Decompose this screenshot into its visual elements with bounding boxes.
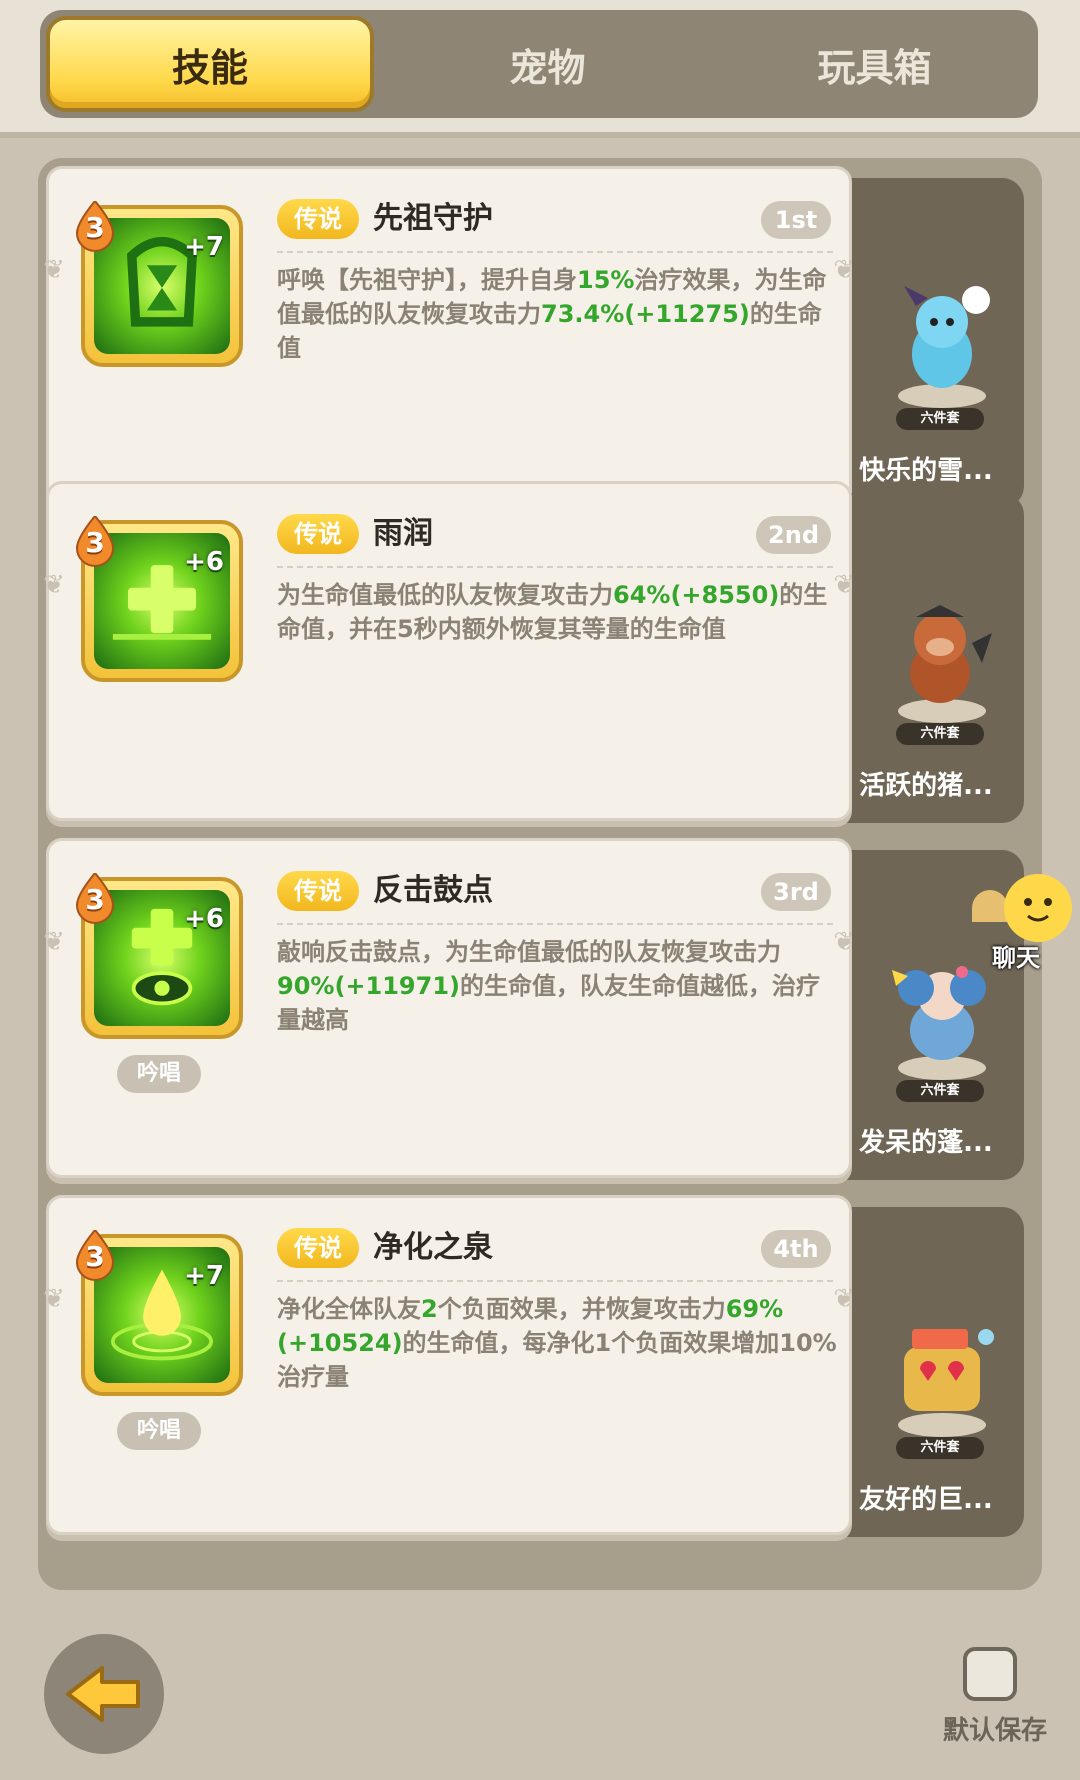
default-save-label: 默认保存 [942, 1716, 1047, 1746]
tab-bar: 技能 宠物 玩具箱 [40, 10, 1038, 118]
skill-rank: 2nd [756, 516, 831, 554]
skill-info-box: ❦ ❦ +7 3 传说 先祖守护 1st 呼唤【先祖守护】，提升自身15%治疗效… [43, 166, 855, 506]
skill-icon-frame[interactable]: +7 3 [75, 201, 243, 367]
description-text: 净化全体队友 [277, 1295, 421, 1323]
divider [277, 566, 833, 568]
top-bar: 技能 宠物 玩具箱 [0, 0, 1080, 138]
divider [277, 251, 833, 253]
skill-name: 净化之泉 [373, 1230, 493, 1265]
highlight-value: 15% [577, 266, 635, 294]
skill-level: 3 [85, 211, 105, 244]
skill-level: 3 [85, 1240, 105, 1273]
pet-giant-icon [898, 1329, 994, 1437]
pet-name: 发呆的蓬... [859, 1128, 993, 1158]
highlight-value: 73.4%(+11275) [541, 300, 750, 328]
skill-rank: 4th [761, 1230, 831, 1268]
skill-plus-level: +6 [184, 904, 224, 934]
legend-badge: 传说 [277, 514, 359, 554]
skill-rank: 1st [761, 201, 831, 239]
skill-plus-level: +7 [184, 232, 224, 262]
chat-button[interactable]: 聊天 [970, 872, 1080, 972]
description-text: 敲响反击鼓点，为生命值最低的队友恢复攻击力 [277, 938, 781, 966]
description-text: 呼唤【先祖守护】，提升自身 [277, 266, 577, 294]
skill-card[interactable]: 六件套 发呆的蓬... ❦ ❦ +6 3 吟唱 传说 反击鼓点 3rd 敲响反击… [43, 838, 1024, 1180]
highlight-value: 90%(+11971) [277, 972, 460, 1000]
back-button[interactable] [44, 1634, 164, 1754]
skill-description: 为生命值最低的队友恢复攻击力64%(+8550)的生命值，并在5秒内额外恢复其等… [277, 578, 837, 646]
pet-set-badge: 六件套 [896, 1437, 984, 1459]
skill-icon-frame[interactable]: +6 3 [75, 873, 243, 1039]
skill-card[interactable]: 六件套 快乐的雪... ❦ ❦ +7 3 传说 先祖守护 1st 呼唤【先祖守护… [43, 166, 1024, 508]
skill-info-box: ❦ ❦ +7 3 吟唱 传说 净化之泉 4th 净化全体队友2个负面效果，并恢复… [43, 1195, 855, 1535]
highlight-value: 64%(+8550) [613, 581, 780, 609]
scroll-ornament-left: ❦ [43, 570, 65, 600]
skill-panel: 六件套 快乐的雪... ❦ ❦ +7 3 传说 先祖守护 1st 呼唤【先祖守护… [38, 158, 1042, 1590]
skill-info-box: ❦ ❦ +6 3 传说 雨润 2nd 为生命值最低的队友恢复攻击力64%(+85… [43, 481, 855, 821]
default-save-checkbox[interactable] [963, 1647, 1017, 1701]
skill-name: 雨润 [373, 516, 433, 551]
pet-set-badge: 六件套 [896, 408, 984, 430]
back-arrow-icon [66, 1666, 140, 1722]
divider [277, 923, 833, 925]
scroll-ornament-left: ❦ [43, 927, 65, 957]
chat-label: 聊天 [992, 944, 1040, 972]
skill-description: 呼唤【先祖守护】，提升自身15%治疗效果，为生命值最低的队友恢复攻击力73.4%… [277, 263, 837, 365]
tab-skills[interactable]: 技能 [46, 16, 374, 112]
skill-name: 反击鼓点 [373, 873, 493, 908]
chant-tag: 吟唱 [117, 1055, 201, 1093]
skill-icon-frame[interactable]: +6 3 [75, 516, 243, 682]
pet-snow-icon [898, 286, 990, 408]
description-text: 个负面效果，并恢复攻击力 [437, 1295, 726, 1323]
scroll-ornament-left: ❦ [43, 1284, 65, 1314]
legend-badge: 传说 [277, 199, 359, 239]
skill-description: 敲响反击鼓点，为生命值最低的队友恢复攻击力90%(+11971)的生命值，队友生… [277, 935, 837, 1037]
skill-level: 3 [85, 526, 105, 559]
description-text: 为生命值最低的队友恢复攻击力 [277, 581, 613, 609]
skill-info-box: ❦ ❦ +6 3 吟唱 传说 反击鼓点 3rd 敲响反击鼓点，为生命值最低的队友… [43, 838, 855, 1178]
tab-pets[interactable]: 宠物 [384, 10, 711, 118]
divider [277, 1280, 833, 1282]
skill-card[interactable]: 六件套 友好的巨... ❦ ❦ +7 3 吟唱 传说 净化之泉 4th 净化全体… [43, 1195, 1024, 1537]
skill-name: 先祖守护 [373, 201, 493, 236]
pet-boar-icon [898, 605, 992, 723]
chant-tag: 吟唱 [117, 1412, 201, 1450]
skill-level: 3 [85, 883, 105, 916]
skill-plus-level: +7 [184, 1261, 224, 1291]
skill-description: 净化全体队友2个负面效果，并恢复攻击力69%(+10524)的生命值，每净化1个… [277, 1292, 837, 1394]
tab-toybox[interactable]: 玩具箱 [711, 10, 1038, 118]
pet-name: 友好的巨... [859, 1485, 993, 1515]
pet-name: 活跃的猪... [859, 771, 993, 801]
legend-badge: 传说 [277, 871, 359, 911]
skill-icon-frame[interactable]: +7 3 [75, 1230, 243, 1396]
skill-plus-level: +6 [184, 547, 224, 577]
skill-card[interactable]: 六件套 活跃的猪... ❦ ❦ +6 3 传说 雨润 2nd 为生命值最低的队友… [43, 481, 1024, 823]
scroll-ornament-left: ❦ [43, 255, 65, 285]
highlight-value: 2 [421, 1295, 438, 1323]
skill-rank: 3rd [761, 873, 831, 911]
legend-badge: 传说 [277, 1228, 359, 1268]
pet-set-badge: 六件套 [896, 723, 984, 745]
pet-set-badge: 六件套 [896, 1080, 984, 1102]
